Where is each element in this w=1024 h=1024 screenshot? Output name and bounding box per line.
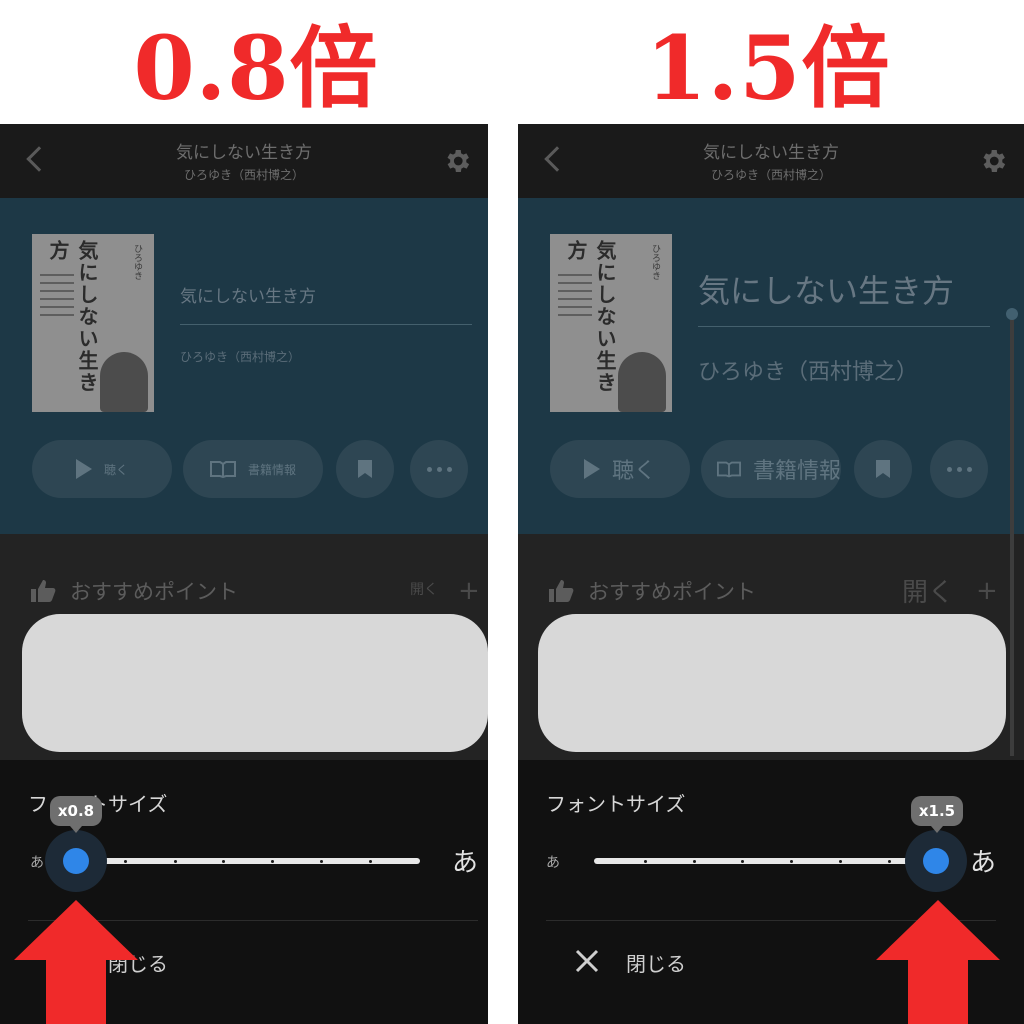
nav-author: ひろゆき（西村博之） (710, 168, 831, 182)
slider-step (790, 860, 793, 863)
cover-author: ひろゆき (132, 244, 142, 280)
gear-icon[interactable] (442, 146, 472, 176)
heading-0.8x: 0.8倍 (133, 15, 379, 120)
plus-icon[interactable]: + (976, 576, 998, 606)
book-author: ひろゆき（西村博之） (180, 350, 301, 364)
small-font-glyph: あ (30, 855, 44, 871)
slider-step (271, 860, 274, 863)
listen-button[interactable]: 聴く (32, 440, 172, 498)
slider-step (174, 860, 177, 863)
arrow-up-icon (876, 900, 1000, 1024)
book-author: ひろゆき（西村博之） (698, 360, 919, 385)
book-icon (209, 461, 236, 478)
cover-text-lines (40, 274, 74, 354)
font-size-title: フォントサイズ (546, 792, 686, 816)
slider-step (320, 860, 323, 863)
listen-label: 聴く (103, 462, 128, 477)
scrollbar[interactable] (1010, 316, 1014, 756)
slider-step (888, 860, 891, 863)
slider-step (839, 860, 842, 863)
nav-title: 気にしない生き方 (176, 143, 312, 163)
cover-photo (618, 352, 666, 412)
arrow-up-icon (14, 900, 138, 1024)
bookmark-button[interactable] (336, 440, 394, 498)
bookmark-button[interactable] (854, 440, 912, 498)
play-icon (75, 459, 92, 479)
redacted-card (538, 614, 1006, 752)
title-divider (698, 326, 990, 327)
cover-author: ひろゆき (650, 244, 660, 280)
book-hero: 気にしない生き方 ひろゆき 気にしない生き方 ひろゆき（西村博之） 聴く 書籍情… (518, 198, 1024, 534)
book-hero: 気にしない生き方 ひろゆき 気にしない生き方 ひろゆき（西村博之） 聴く 書籍情… (0, 198, 488, 534)
slider-step (369, 860, 372, 863)
book-cover[interactable]: 気にしない生き方 ひろゆき (32, 234, 154, 412)
scrollbar-thumb[interactable] (1006, 308, 1018, 320)
redacted-card (22, 614, 488, 752)
book-cover[interactable]: 気にしない生き方 ひろゆき (550, 234, 672, 412)
slider-step (222, 860, 225, 863)
recommend-header: おすすめポイント (548, 576, 756, 606)
cover-text-lines (558, 274, 592, 354)
play-icon (583, 459, 600, 479)
book-info-button[interactable]: 書籍情報 (701, 440, 841, 498)
slider-thumb[interactable] (63, 848, 89, 874)
book-title: 気にしない生き方 (180, 287, 316, 307)
recommend-label: おすすめポイント (588, 580, 756, 604)
close-icon[interactable] (574, 948, 600, 974)
close-label[interactable]: 閉じる (626, 948, 686, 977)
more-icon (426, 466, 452, 472)
nav-bar: 気にしない生き方 ひろゆき（西村博之） (0, 124, 488, 198)
more-button[interactable] (930, 440, 988, 498)
book-icon (717, 461, 741, 478)
large-font-glyph: あ (970, 848, 997, 878)
recommend-label: おすすめポイント (70, 580, 238, 604)
heading-1.5x: 1.5倍 (645, 15, 891, 120)
nav-title: 気にしない生き方 (703, 143, 839, 163)
slider-step (693, 860, 696, 863)
plus-icon[interactable]: + (458, 576, 480, 606)
bookmark-icon (358, 460, 372, 478)
book-info-label: 書籍情報 (247, 462, 296, 477)
nav-bar: 気にしない生き方 ひろゆき（西村博之） (518, 124, 1024, 198)
slider-step (124, 860, 127, 863)
more-button[interactable] (410, 440, 468, 498)
slider-thumb[interactable] (923, 848, 949, 874)
bookmark-icon (876, 460, 890, 478)
title-divider (180, 324, 472, 325)
nav-author: ひろゆき（西村博之） (183, 168, 304, 182)
cover-photo (100, 352, 148, 412)
small-font-glyph: あ (546, 855, 560, 871)
slider-step (644, 860, 647, 863)
large-font-glyph: あ (452, 848, 479, 878)
zoom-tooltip: x1.5 (911, 796, 963, 833)
font-size-slider[interactable] (70, 858, 420, 864)
phone-screen-right: 気にしない生き方 ひろゆき（西村博之） 気にしない生き方 ひろゆき 気にしない生… (518, 124, 1024, 1024)
book-info-label: 書籍情報 (752, 459, 841, 484)
thumbs-up-icon (31, 580, 56, 602)
gear-icon[interactable] (978, 146, 1008, 176)
open-button[interactable]: 開く (410, 579, 438, 599)
zoom-tooltip: x0.8 (50, 796, 102, 833)
thumbs-up-icon (549, 580, 574, 602)
listen-button[interactable]: 聴く (550, 440, 690, 498)
slider-step (741, 860, 744, 863)
listen-label: 聴く (611, 459, 656, 484)
more-icon (946, 466, 972, 472)
cover-title: 気にしない生き方 (46, 240, 99, 394)
book-info-button[interactable]: 書籍情報 (183, 440, 323, 498)
open-button[interactable]: 開く (902, 572, 954, 609)
cover-title: 気にしない生き方 (564, 240, 617, 394)
phone-screen-left: 気にしない生き方 ひろゆき（西村博之） 気にしない生き方 ひろゆき 気にしない生… (0, 124, 488, 1024)
book-title: 気にしない生き方 (698, 272, 955, 310)
recommend-header: おすすめポイント (30, 576, 238, 606)
